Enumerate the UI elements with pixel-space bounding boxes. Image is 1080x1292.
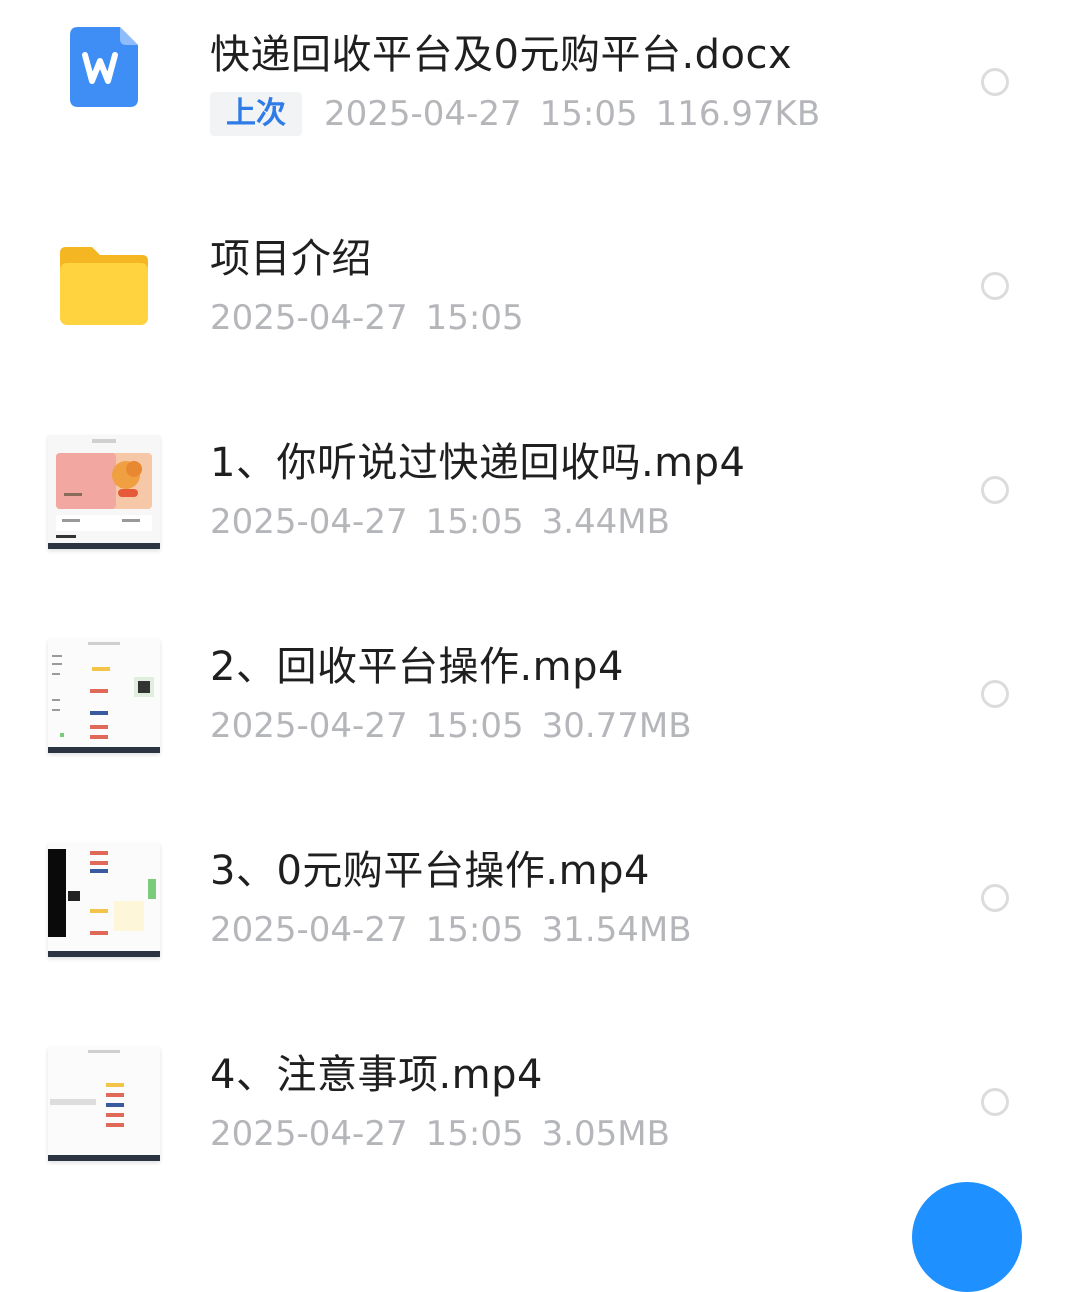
video-thumbnail (48, 435, 160, 549)
file-time: 15:05 (425, 1114, 524, 1154)
file-size: 116.97KB (655, 94, 821, 134)
video-preview-image (48, 843, 160, 957)
file-info: 4、注意事项.mp4 2025-04-27 15:05 3.05MB (210, 1047, 940, 1159)
file-date: 2025-04-27 (210, 706, 408, 746)
file-meta: 2025-04-27 15:05 31.54MB (210, 905, 940, 955)
file-name: 项目介绍 (210, 236, 372, 282)
file-size: 31.54MB (541, 910, 692, 950)
file-thumbnail (46, 639, 162, 755)
file-name: 快递回收平台及0元购平台.docx (210, 32, 793, 78)
file-name: 4、注意事项.mp4 (210, 1052, 543, 1098)
video-progress-bar (48, 747, 160, 753)
file-meta: 上次 2025-04-27 15:05 116.97KB (210, 89, 940, 139)
video-progress-bar (48, 951, 160, 957)
file-row[interactable]: 项目介绍 2025-04-27 15:05 (0, 187, 1080, 391)
video-preview-image (48, 1047, 160, 1161)
select-radio[interactable] (981, 272, 1009, 300)
video-progress-bar (48, 543, 160, 549)
file-info: 3、0元购平台操作.mp4 2025-04-27 15:05 31.54MB (210, 843, 940, 955)
word-doc-icon (70, 27, 138, 107)
video-progress-bar (48, 1155, 160, 1161)
video-thumbnail (48, 1047, 160, 1161)
file-thumbnail (46, 27, 162, 143)
select-radio[interactable] (981, 884, 1009, 912)
floating-action-button[interactable] (912, 1182, 1022, 1292)
select-radio[interactable] (981, 68, 1009, 96)
file-size: 3.44MB (541, 502, 670, 542)
file-meta: 2025-04-27 15:05 3.05MB (210, 1109, 940, 1159)
file-meta: 2025-04-27 15:05 30.77MB (210, 701, 940, 751)
file-time: 15:05 (425, 502, 524, 542)
video-thumbnail (48, 639, 160, 753)
file-row[interactable]: 4、注意事项.mp4 2025-04-27 15:05 3.05MB (0, 1003, 1080, 1207)
file-row[interactable]: 1、你听说过快递回收吗.mp4 2025-04-27 15:05 3.44MB (0, 391, 1080, 595)
file-date: 2025-04-27 (210, 298, 408, 338)
file-meta: 2025-04-27 15:05 (210, 293, 940, 343)
select-radio[interactable] (981, 476, 1009, 504)
file-info: 项目介绍 2025-04-27 15:05 (210, 231, 940, 343)
file-thumbnail (46, 435, 162, 551)
file-row[interactable]: 2、回收平台操作.mp4 2025-04-27 15:05 30.77MB (0, 595, 1080, 799)
file-thumbnail (46, 231, 162, 347)
file-name: 1、你听说过快递回收吗.mp4 (210, 440, 746, 486)
file-info: 1、你听说过快递回收吗.mp4 2025-04-27 15:05 3.44MB (210, 435, 940, 547)
file-time: 15:05 (425, 706, 524, 746)
video-preview-image (48, 435, 160, 549)
file-thumbnail (46, 843, 162, 959)
file-date: 2025-04-27 (210, 910, 408, 950)
file-name: 3、0元购平台操作.mp4 (210, 848, 650, 894)
video-preview-image (48, 639, 160, 753)
file-date: 2025-04-27 (324, 94, 522, 134)
file-row[interactable]: 快递回收平台及0元购平台.docx 上次 2025-04-27 15:05 116.9… (0, 0, 1080, 187)
select-radio[interactable] (981, 1088, 1009, 1116)
select-radio[interactable] (981, 680, 1009, 708)
file-info: 快递回收平台及0元购平台.docx 上次 2025-04-27 15:05 116.9… (210, 27, 940, 139)
file-row[interactable]: 3、0元购平台操作.mp4 2025-04-27 15:05 31.54MB (0, 799, 1080, 1003)
file-time: 15:05 (425, 910, 524, 950)
file-date: 2025-04-27 (210, 502, 408, 542)
file-time: 15:05 (425, 298, 524, 338)
file-time: 15:05 (539, 94, 638, 134)
file-thumbnail (46, 1047, 162, 1163)
folder-icon (60, 247, 148, 325)
file-date: 2025-04-27 (210, 1114, 408, 1154)
last-opened-badge: 上次 (210, 92, 302, 136)
file-name: 2、回收平台操作.mp4 (210, 644, 624, 690)
video-thumbnail (48, 843, 160, 957)
file-info: 2、回收平台操作.mp4 2025-04-27 15:05 30.77MB (210, 639, 940, 751)
file-size: 30.77MB (541, 706, 692, 746)
file-list: 快递回收平台及0元购平台.docx 上次 2025-04-27 15:05 116.9… (0, 0, 1080, 1200)
file-size: 3.05MB (541, 1114, 670, 1154)
file-meta: 2025-04-27 15:05 3.44MB (210, 497, 940, 547)
